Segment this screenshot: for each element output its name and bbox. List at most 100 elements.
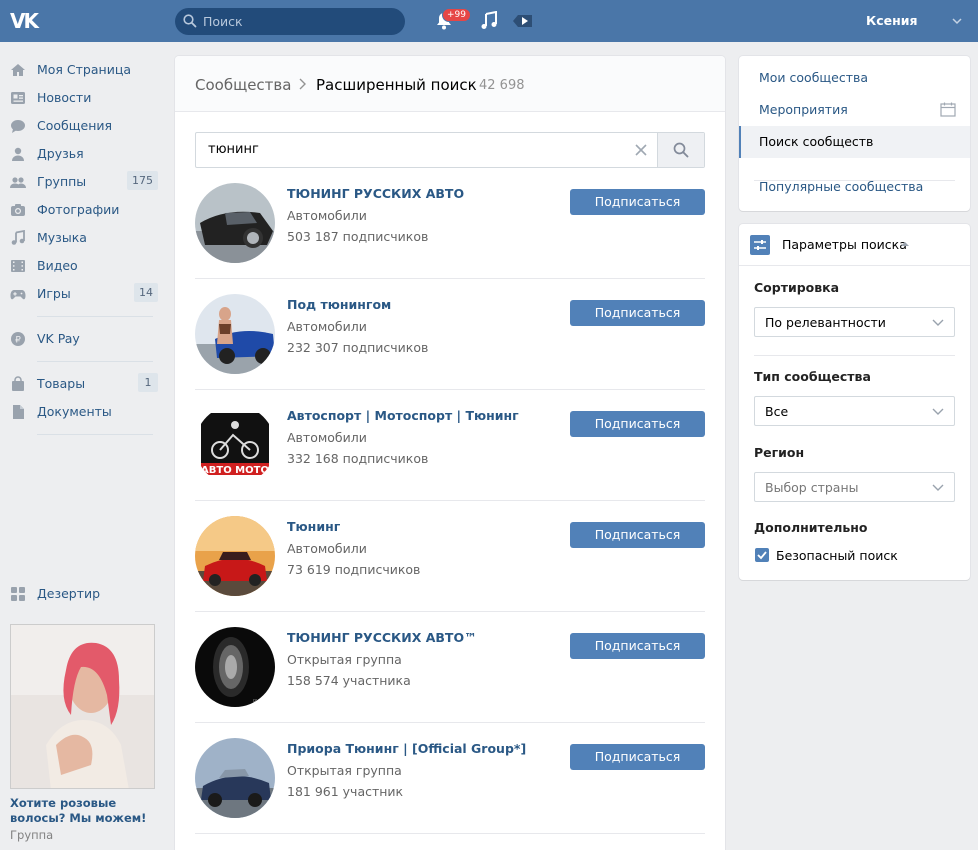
nav-divider: [37, 316, 153, 317]
menu-item-events[interactable]: Мероприятия: [739, 94, 970, 126]
search-icon: [673, 142, 689, 158]
menu-item-search-communities[interactable]: Поиск сообществ: [739, 126, 970, 158]
nav-item-documents[interactable]: Документы: [0, 398, 170, 426]
type-value: Все: [765, 404, 789, 419]
safe-search-checkbox[interactable]: [755, 548, 769, 562]
nav-label: Моя Страница: [37, 62, 131, 77]
close-icon[interactable]: [634, 143, 648, 157]
vk-logo[interactable]: VK: [10, 9, 44, 33]
ad-image[interactable]: [10, 624, 155, 789]
games-count-badge: 14: [134, 283, 158, 302]
list-item: Тюнинг Автомобили 73 619 подписчиков Под…: [195, 501, 705, 612]
subscribe-button[interactable]: Подписаться: [570, 744, 705, 770]
safe-search-label[interactable]: Безопасный поиск: [776, 548, 898, 563]
community-avatar[interactable]: [195, 516, 275, 596]
play-icon[interactable]: [510, 11, 534, 31]
nav-label: VK Pay: [37, 331, 80, 346]
news-icon: [11, 92, 25, 104]
nav-item-photos[interactable]: Фотографии: [0, 196, 170, 224]
region-value: Выбор страны: [765, 480, 859, 495]
gamepad-icon: [10, 290, 26, 300]
communities-menu: Мои сообщества Мероприятия Поиск сообщес…: [739, 56, 970, 211]
ad-title[interactable]: Хотите розовые волосы? Мы можем!: [10, 796, 170, 826]
community-subscribers: 232 307 подписчиков: [287, 340, 429, 355]
community-type-select[interactable]: Все: [754, 396, 955, 426]
nav-label: Фотографии: [37, 202, 120, 217]
search-params-header[interactable]: Параметры поиска: [739, 224, 970, 266]
nav-label: Друзья: [37, 146, 84, 161]
header-search-input[interactable]: Поиск: [175, 8, 405, 35]
chevron-down-icon: [932, 484, 944, 491]
camera-icon: [11, 204, 25, 216]
subscribe-button[interactable]: Подписаться: [570, 522, 705, 548]
user-name[interactable]: Ксения: [866, 13, 918, 28]
type-label: Тип сообщества: [754, 369, 871, 384]
subscribe-button[interactable]: Подписаться: [570, 411, 705, 437]
results-count: 42 698: [479, 78, 525, 93]
region-select[interactable]: Выбор страны: [754, 472, 955, 502]
community-name[interactable]: ТЮНИНГ РУССКИХ АВТО: [287, 186, 464, 201]
list-item: ТЮНИНГ РУССКИХ АВТО Автомобили 503 187 п…: [195, 168, 705, 279]
nav-item-games[interactable]: Игры 14: [0, 280, 170, 308]
goods-count-badge: 1: [138, 373, 158, 392]
community-subscribers: 181 961 участник: [287, 784, 404, 799]
nav-item-messages[interactable]: Сообщения: [0, 112, 170, 140]
nav-item-vkpay[interactable]: ₽ VK Pay: [0, 325, 170, 353]
search-button[interactable]: [657, 133, 704, 167]
search-results-panel: Сообщества Расширенный поиск 42 698 тюни…: [175, 56, 725, 850]
community-avatar[interactable]: [195, 183, 275, 263]
home-icon: [11, 64, 25, 76]
calendar-icon[interactable]: [940, 102, 956, 117]
community-avatar[interactable]: РУССКИХ АВ: [195, 627, 275, 707]
nav-item-desert[interactable]: Дезертир: [0, 580, 170, 608]
list-item: РУССКИХ АВ ТЮНИНГ РУССКИХ АВТО™ Открытая…: [195, 612, 705, 723]
nav-label: Новости: [37, 90, 92, 105]
chevron-down-icon: [932, 408, 944, 415]
breadcrumb: Сообщества Расширенный поиск 42 698: [175, 56, 725, 112]
breadcrumb-root[interactable]: Сообщества: [195, 76, 291, 94]
nav-label: Игры: [37, 286, 71, 301]
nav-divider: [37, 361, 153, 362]
menu-label: Мероприятия: [759, 102, 848, 117]
community-name[interactable]: Тюнинг: [287, 519, 340, 534]
sort-value: По релевантности: [765, 315, 886, 330]
chevron-down-icon[interactable]: [952, 17, 962, 25]
chevron-right-icon: [299, 78, 306, 90]
nav-label: Видео: [37, 258, 78, 273]
community-name[interactable]: Автоспорт | Мотоспорт | Тюнинг: [287, 408, 519, 423]
community-avatar[interactable]: АВТО МОТО: [195, 405, 275, 485]
nav-item-video[interactable]: Видео: [0, 252, 170, 280]
ad-subtitle: Группа: [10, 828, 54, 842]
menu-label: Поиск сообществ: [759, 134, 874, 149]
nav-item-friends[interactable]: Друзья: [0, 140, 170, 168]
top-bar: VK Поиск +99 Ксения: [0, 0, 978, 42]
sort-select[interactable]: По релевантности: [754, 307, 955, 337]
community-category: Автомобили: [287, 430, 367, 445]
nav-item-music[interactable]: Музыка: [0, 224, 170, 252]
nav-item-news[interactable]: Новости: [0, 84, 170, 112]
community-search-input[interactable]: тюнинг: [195, 132, 705, 168]
menu-item-popular[interactable]: Популярные сообщества: [739, 171, 970, 203]
nav-item-goods[interactable]: Товары 1: [0, 370, 170, 398]
menu-item-my-communities[interactable]: Мои сообщества: [739, 62, 970, 94]
subscribe-button[interactable]: Подписаться: [570, 189, 705, 215]
nav-item-groups[interactable]: Группы 175: [0, 168, 170, 196]
community-name[interactable]: Приора Тюнинг | [Official Group*]: [287, 741, 526, 756]
community-avatar[interactable]: [195, 294, 275, 374]
nav-item-my-page[interactable]: Моя Страница: [0, 56, 170, 84]
subscribe-button[interactable]: Подписаться: [570, 633, 705, 659]
music-icon[interactable]: [479, 11, 499, 31]
nav-label: Музыка: [37, 230, 87, 245]
friends-icon: [12, 147, 24, 161]
search-params-panel: Параметры поиска Сортировка По релевантн…: [739, 224, 970, 580]
community-name[interactable]: ТЮНИНГ РУССКИХ АВТО™: [287, 630, 477, 645]
community-category: Открытая группа: [287, 652, 402, 667]
community-name[interactable]: Под тюнингом: [287, 297, 391, 312]
groups-count-badge: 175: [127, 171, 158, 190]
community-avatar[interactable]: [195, 738, 275, 818]
nav-label: Сообщения: [37, 118, 113, 133]
nav-label: Товары: [37, 376, 86, 391]
subscribe-button[interactable]: Подписаться: [570, 300, 705, 326]
search-params-title: Параметры поиска: [782, 237, 907, 252]
community-subscribers: 332 168 подписчиков: [287, 451, 429, 466]
